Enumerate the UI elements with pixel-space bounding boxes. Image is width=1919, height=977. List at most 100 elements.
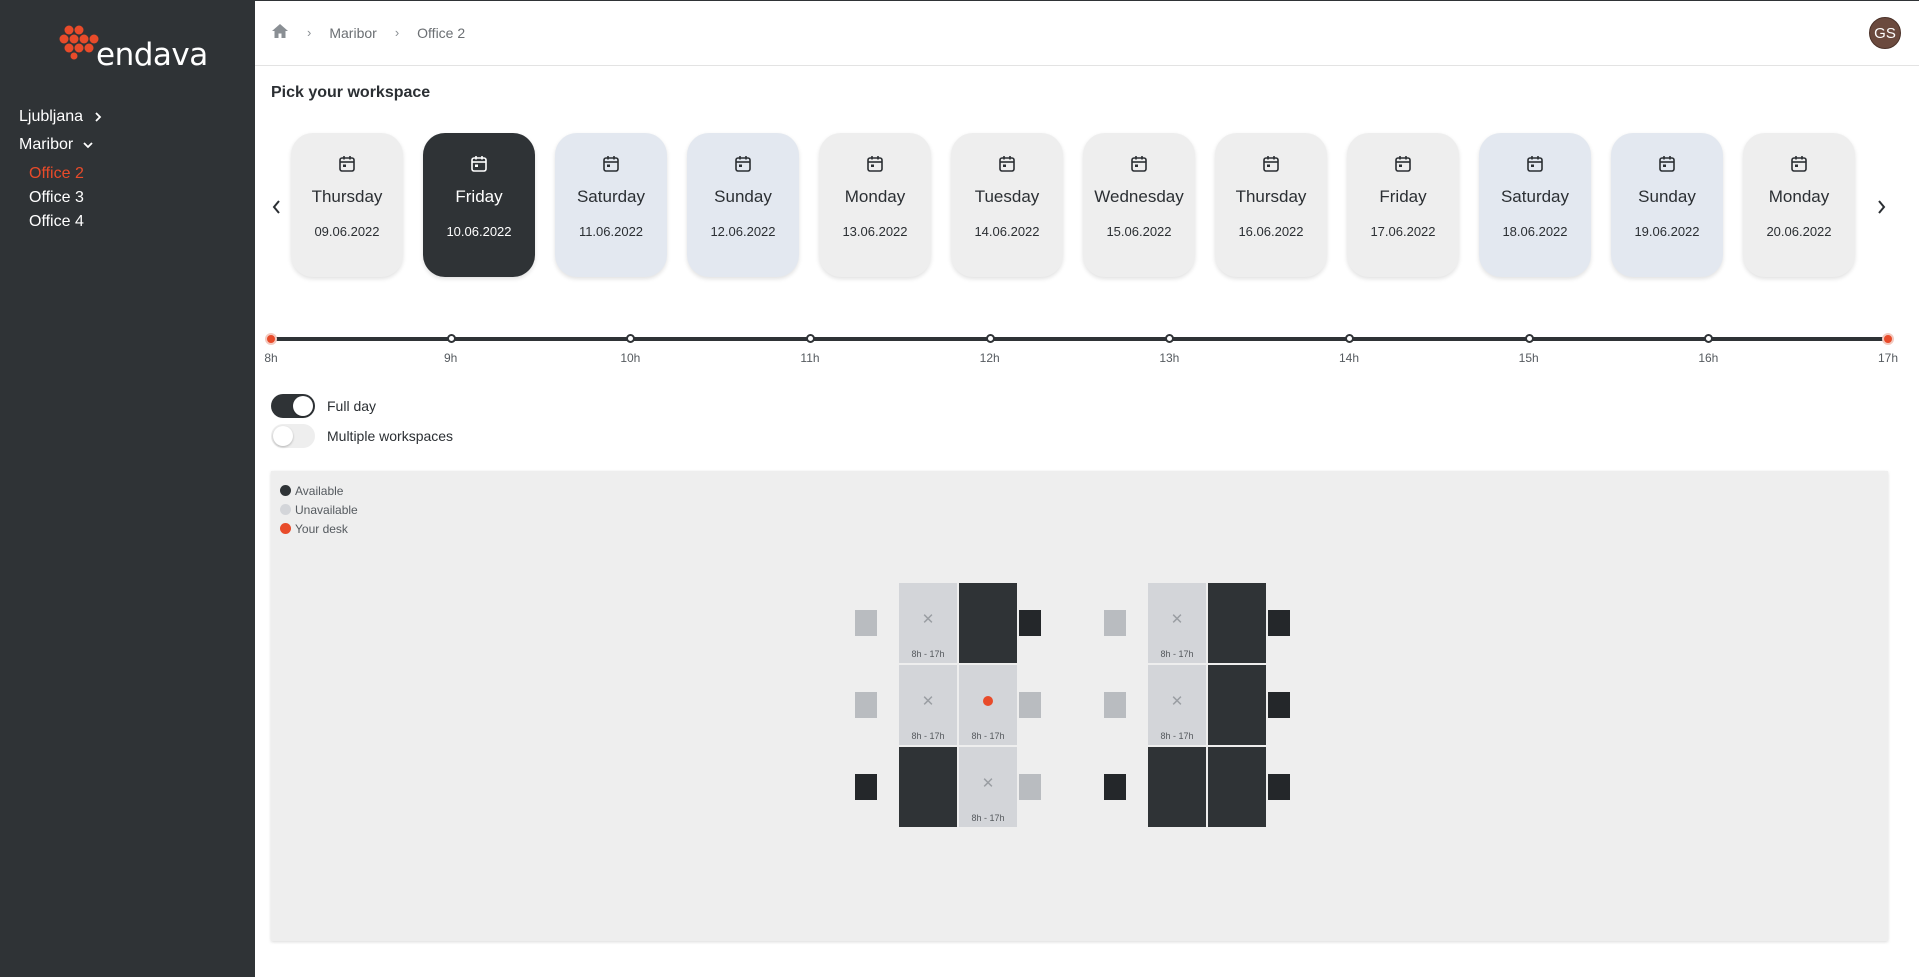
day-card[interactable]: Saturday 18.06.2022 — [1479, 133, 1591, 277]
day-card[interactable]: Monday 20.06.2022 — [1743, 133, 1855, 277]
unavailable-x-icon: ✕ — [921, 693, 935, 710]
logo-text: endava — [96, 37, 208, 73]
day-card[interactable]: Thursday 16.06.2022 — [1215, 133, 1327, 277]
calendar-icon — [1131, 156, 1147, 172]
day-card[interactable]: Monday 13.06.2022 — [819, 133, 931, 277]
timeline-tick-label: 8h — [264, 351, 278, 365]
timeline-tick — [446, 334, 456, 343]
calendar-icon — [1395, 156, 1411, 172]
day-card[interactable]: Friday 17.06.2022 — [1347, 133, 1459, 277]
range-handle[interactable] — [265, 333, 277, 345]
day-name: Monday — [1768, 187, 1830, 206]
day-date: 13.06.2022 — [842, 224, 908, 239]
chair — [1019, 692, 1041, 718]
day-card[interactable]: Saturday 11.06.2022 — [555, 133, 667, 277]
day-name: Saturday — [576, 187, 646, 206]
unavailable-desk[interactable]: ✕ 8h - 17h — [959, 747, 1017, 827]
day-name: Saturday — [1500, 187, 1570, 206]
day-card[interactable]: Sunday 12.06.2022 — [687, 133, 799, 277]
chair — [855, 692, 877, 718]
timeline-tick — [1344, 334, 1354, 343]
timeline-tick-label: 9h — [443, 351, 458, 365]
next-days-button[interactable] — [1869, 195, 1893, 219]
full-day-toggle[interactable] — [271, 394, 315, 418]
timeline-tick — [1704, 334, 1714, 343]
day-date: 12.06.2022 — [710, 224, 776, 239]
calendar-icon — [339, 156, 355, 172]
your-desk[interactable]: 8h - 17h — [959, 665, 1017, 745]
chevron-right-icon — [1878, 200, 1886, 214]
desk-hours: 8h - 17h — [1160, 731, 1194, 741]
available-desk[interactable] — [899, 747, 957, 827]
nav-city-ljubljana[interactable]: Ljubljana — [19, 106, 105, 128]
day-card[interactable]: Wednesday 15.06.2022 — [1083, 133, 1195, 277]
available-desk[interactable] — [959, 583, 1017, 663]
chevron-left-icon — [272, 200, 280, 214]
full-day-label: Full day — [327, 398, 377, 414]
nav-office-3[interactable]: Office 3 — [29, 186, 105, 210]
timeline-tick-label: 17h — [1877, 351, 1899, 365]
timeline-tick-label: 16h — [1698, 351, 1719, 365]
unavailable-x-icon: ✕ — [981, 775, 995, 792]
chair — [1268, 774, 1290, 800]
legend-label: Your desk — [295, 521, 348, 536]
calendar-icon — [1263, 156, 1279, 172]
timeline-tick — [1524, 334, 1534, 343]
day-card[interactable]: Friday 10.06.2022 — [423, 133, 535, 277]
breadcrumb-office-2[interactable]: Office 2 — [417, 25, 465, 41]
day-card[interactable]: Tuesday 14.06.2022 — [951, 133, 1063, 277]
desk-hours: 8h - 17h — [1160, 649, 1194, 659]
range-handle[interactable] — [1882, 333, 1894, 345]
top-header: › Maribor › Office 2 GS — [255, 0, 1919, 66]
nav-city-maribor[interactable]: Maribor — [19, 134, 105, 156]
unavailable-desk[interactable]: ✕ 8h - 17h — [899, 583, 957, 663]
page-title: Pick your workspace — [271, 84, 431, 101]
time-range-slider[interactable]: 8h 9h 10h 11h 12h 13h 14h 15h 16h 17h — [264, 333, 1898, 365]
day-date: 19.06.2022 — [1634, 224, 1700, 239]
day-date: 15.06.2022 — [1106, 224, 1172, 239]
day-name: Sunday — [714, 187, 772, 206]
day-date: 11.06.2022 — [578, 224, 644, 239]
unavailable-desk[interactable]: ✕ 8h - 17h — [1148, 665, 1206, 745]
calendar-icon — [999, 156, 1015, 172]
timeline-tick-label: 13h — [1159, 351, 1180, 365]
chair — [1019, 774, 1041, 800]
day-date: 20.06.2022 — [1766, 224, 1832, 239]
your-desk-dot-icon — [983, 696, 993, 706]
chair — [1104, 610, 1126, 636]
day-name: Friday — [455, 187, 503, 206]
calendar-icon — [867, 156, 883, 172]
day-date: 09.06.2022 — [314, 224, 380, 239]
timeline-tick-label: 10h — [620, 351, 641, 365]
desk-hours: 8h - 17h — [911, 649, 945, 659]
available-desk[interactable] — [1208, 747, 1266, 827]
timeline-tick-label: 14h — [1338, 351, 1359, 365]
day-card[interactable]: Thursday 09.06.2022 — [291, 133, 403, 277]
breadcrumb-maribor[interactable]: Maribor — [329, 25, 376, 41]
calendar-icon — [1659, 156, 1675, 172]
legend-label: Unavailable — [295, 502, 358, 517]
user-avatar[interactable]: GS — [1869, 17, 1901, 49]
available-desk[interactable] — [1208, 583, 1266, 663]
multiple-workspaces-label: Multiple workspaces — [327, 428, 454, 444]
day-name: Sunday — [1638, 187, 1696, 206]
calendar-icon — [471, 156, 487, 172]
chair — [1104, 774, 1126, 800]
unavailable-desk[interactable]: ✕ 8h - 17h — [1148, 583, 1206, 663]
unavailable-desk[interactable]: ✕ 8h - 17h — [899, 665, 957, 745]
nav-office-4[interactable]: Office 4 — [29, 210, 105, 234]
multiple-workspaces-toggle[interactable] — [271, 424, 315, 448]
office-nav: Ljubljana Maribor Office 2 Office 3 Offi… — [19, 106, 105, 240]
previous-days-button[interactable] — [265, 195, 289, 219]
day-card[interactable]: Sunday 19.06.2022 — [1611, 133, 1723, 277]
breadcrumb-separator-icon: › — [307, 25, 312, 40]
legend-dot — [280, 485, 291, 496]
day-name: Wednesday — [1094, 187, 1184, 206]
nav-office-2[interactable]: Office 2 — [29, 162, 105, 186]
available-desk[interactable] — [1208, 665, 1266, 745]
available-desk[interactable] — [1148, 747, 1206, 827]
home-icon[interactable] — [271, 23, 289, 42]
full-day-row: Full day — [271, 394, 376, 418]
breadcrumb: › Maribor › Office 2 — [271, 23, 465, 42]
day-date: 14.06.2022 — [974, 224, 1040, 239]
